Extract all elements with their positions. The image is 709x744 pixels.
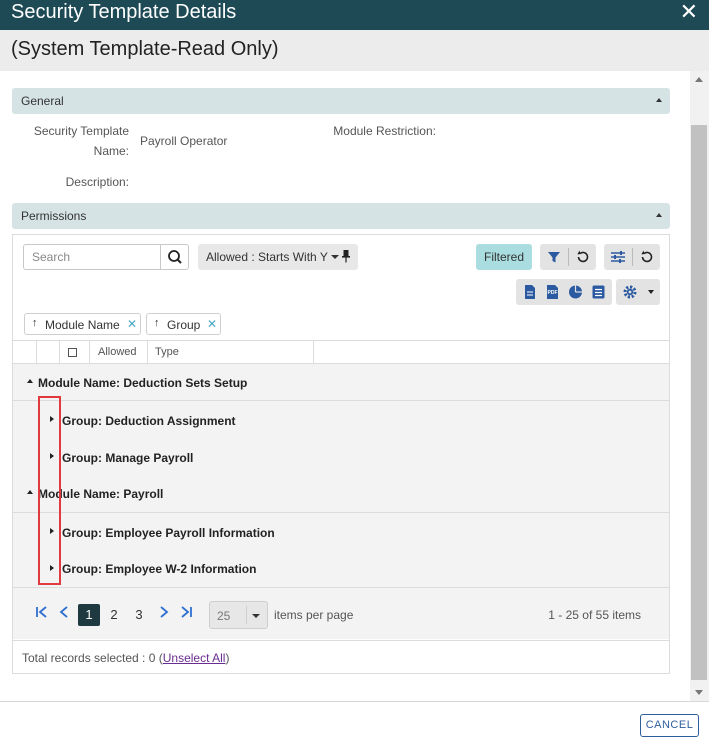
- grid-pager: 1 2 3 25 items per page 1 - 25 of 55 ite…: [13, 587, 669, 639]
- vertical-scrollbar[interactable]: [690, 71, 709, 701]
- dialog-subtitle: (System Template-Read Only): [11, 38, 279, 60]
- settings-group[interactable]: [616, 279, 660, 305]
- filtered-button[interactable]: Filtered: [476, 244, 532, 270]
- selection-footer: Total records selected : 0 (Unselect All…: [12, 641, 670, 674]
- group-row[interactable]: Group: Employee Payroll Information: [13, 513, 669, 550]
- sort-chip-group[interactable]: ↑ Group ✕: [146, 313, 221, 335]
- general-section-header[interactable]: General: [12, 88, 670, 114]
- group-row-label: Group: Deduction Assignment: [62, 414, 236, 428]
- page-2-button[interactable]: 2: [103, 604, 125, 626]
- remove-sort-icon[interactable]: ✕: [127, 317, 137, 331]
- records-selected-text: Total records selected : 0 (Unselect All…: [22, 651, 230, 665]
- scroll-up-icon[interactable]: [695, 77, 703, 82]
- cancel-button[interactable]: CANCEL: [640, 714, 699, 737]
- sliders-icon[interactable]: [604, 244, 632, 270]
- permissions-section-label: Permissions: [21, 209, 87, 223]
- filter-tools-group: [540, 244, 596, 270]
- group-row-label: Group: Manage Payroll: [62, 451, 194, 465]
- highlight-annotation: [38, 396, 61, 585]
- pin-icon[interactable]: [341, 249, 351, 266]
- page-size-select[interactable]: 25: [209, 601, 268, 629]
- dialog-content: General Security Template Name: Payroll …: [0, 71, 690, 701]
- dialog-footer: CANCEL: [0, 701, 709, 744]
- column-type[interactable]: Type: [155, 346, 179, 358]
- column-allowed[interactable]: Allowed: [98, 346, 137, 358]
- group-row[interactable]: Group: Manage Payroll: [13, 438, 669, 475]
- sort-chip-label: Group: [167, 318, 201, 332]
- refresh-icon[interactable]: [569, 244, 596, 270]
- dialog-subheader: (System Template-Read Only): [0, 30, 709, 71]
- search-box: [23, 244, 189, 270]
- collapse-caret-icon[interactable]: [656, 213, 662, 217]
- last-page-icon[interactable]: [179, 605, 193, 622]
- file-icon[interactable]: [518, 279, 541, 305]
- svg-text:PDF: PDF: [548, 290, 558, 296]
- permissions-section-header[interactable]: Permissions: [12, 203, 670, 229]
- export-tools-group: PDF: [516, 279, 612, 305]
- search-input[interactable]: [24, 245, 162, 269]
- group-row[interactable]: Group: Deduction Assignment: [13, 401, 669, 438]
- expand-toggle-icon[interactable]: [27, 379, 33, 383]
- filter-chip-allowed[interactable]: Allowed : Starts With Y: [198, 244, 358, 270]
- sort-chip-label: Module Name: [45, 318, 120, 332]
- dialog-title: Security Template Details: [11, 1, 237, 23]
- dialog-titlebar: Security Template Details ✕: [0, 0, 709, 30]
- chevron-down-icon[interactable]: [644, 279, 660, 305]
- pie-chart-icon[interactable]: [564, 279, 587, 305]
- group-row[interactable]: Group: Employee W-2 Information: [13, 550, 669, 587]
- sort-arrow-icon: ↑: [32, 317, 38, 329]
- filter-chip-label: Allowed : Starts With Y: [206, 250, 328, 264]
- chevron-down-icon[interactable]: [331, 255, 339, 259]
- select-all-checkbox[interactable]: [68, 348, 77, 357]
- general-section-label: General: [21, 94, 64, 108]
- group-row-label: Module Name: Deduction Sets Setup: [38, 376, 248, 390]
- funnel-icon[interactable]: [540, 244, 568, 270]
- module-restriction-label: Module Restriction:: [333, 124, 436, 138]
- permissions-grid: Allowed : Starts With Y Filtered: [12, 234, 670, 641]
- scrollbar-thumb[interactable]: [691, 125, 707, 680]
- group-row-label: Group: Employee Payroll Information: [62, 526, 275, 540]
- search-icon: [168, 250, 182, 264]
- gear-icon[interactable]: [618, 279, 642, 305]
- description-label: Description:: [65, 175, 129, 189]
- next-page-icon[interactable]: [158, 605, 170, 622]
- grid-column-header: Allowed Type: [13, 340, 669, 364]
- column-tools-group: [604, 244, 660, 270]
- prev-page-icon[interactable]: [58, 605, 70, 622]
- chevron-down-icon[interactable]: [252, 614, 260, 618]
- first-page-icon[interactable]: [35, 605, 49, 622]
- search-button[interactable]: [160, 245, 188, 269]
- template-name-label: Security Template Name:: [33, 124, 129, 158]
- sort-chip-module-name[interactable]: ↑ Module Name ✕: [24, 313, 141, 335]
- pdf-icon[interactable]: PDF: [541, 279, 564, 305]
- collapse-caret-icon[interactable]: [656, 98, 662, 102]
- pager-info: 1 - 25 of 55 items: [548, 608, 641, 622]
- page-3-button[interactable]: 3: [128, 604, 150, 626]
- list-doc-icon[interactable]: [587, 279, 610, 305]
- expand-toggle-icon[interactable]: [27, 490, 33, 494]
- close-icon[interactable]: ✕: [680, 1, 698, 23]
- template-name-value: Payroll Operator: [140, 134, 228, 148]
- items-per-page-label: items per page: [274, 608, 354, 622]
- group-row-label: Group: Employee W-2 Information: [62, 562, 257, 576]
- group-row[interactable]: Module Name: Deduction Sets Setup: [13, 364, 669, 401]
- page-size-value: 25: [217, 609, 231, 623]
- remove-sort-icon[interactable]: ✕: [207, 317, 217, 331]
- unselect-all-link[interactable]: Unselect All: [163, 651, 226, 665]
- page-1-button[interactable]: 1: [78, 604, 100, 626]
- refresh-icon[interactable]: [633, 244, 660, 270]
- sort-arrow-icon: ↑: [154, 317, 160, 329]
- group-row[interactable]: Module Name: Payroll: [13, 475, 669, 513]
- scroll-down-icon[interactable]: [695, 690, 703, 695]
